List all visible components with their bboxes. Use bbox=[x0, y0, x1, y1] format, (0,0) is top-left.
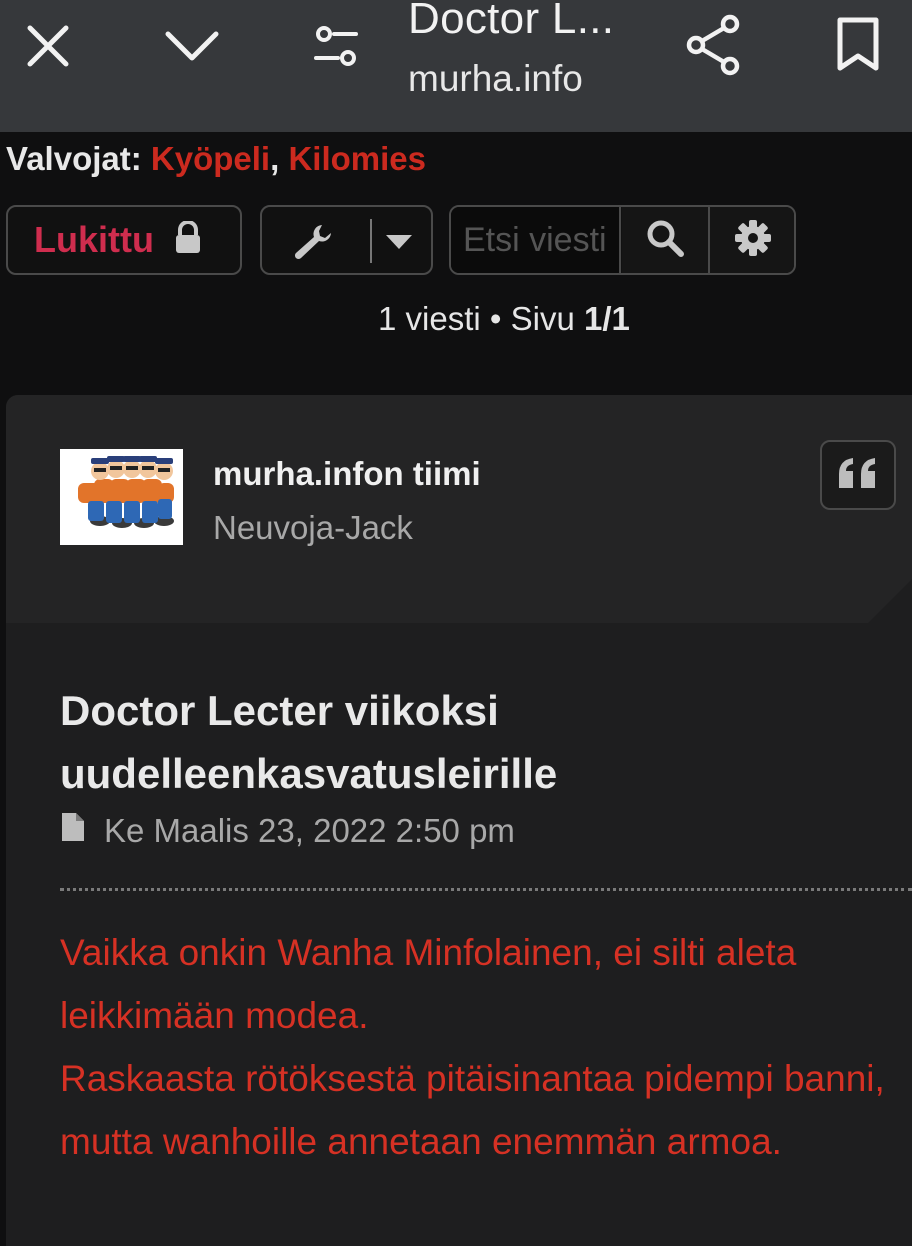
avatar[interactable] bbox=[60, 449, 183, 545]
pagination-info: 1 viesti • Sivu 1/1 bbox=[378, 300, 630, 338]
bookmark-icon[interactable] bbox=[832, 14, 884, 74]
author-rank: Neuvoja-Jack bbox=[213, 509, 413, 546]
post-meta: Ke Maalis 23, 2022 2:50 pm bbox=[60, 811, 515, 851]
gear-icon bbox=[734, 219, 772, 262]
page-number: 1/1 bbox=[583, 300, 630, 337]
chevron-down-icon[interactable] bbox=[160, 18, 224, 74]
search-input[interactable] bbox=[451, 207, 621, 273]
post-body-paragraph: Raskaasta rötöksestä pitäisinantaa pidem… bbox=[60, 1058, 885, 1162]
close-icon[interactable] bbox=[18, 18, 78, 74]
advanced-search-button[interactable] bbox=[710, 207, 794, 273]
tab-title: Doctor L... bbox=[408, 0, 615, 43]
post-title[interactable]: Doctor Lecter viikoksi uudelleenkasvatus… bbox=[60, 679, 880, 805]
quote-icon bbox=[837, 456, 879, 495]
locked-label: Lukittu bbox=[34, 219, 154, 260]
moderator-link[interactable]: Kyöpeli bbox=[151, 140, 270, 177]
quote-button[interactable] bbox=[820, 440, 896, 510]
locked-button[interactable]: Lukittu bbox=[6, 205, 242, 275]
lock-icon bbox=[174, 219, 202, 260]
search-button[interactable] bbox=[622, 207, 710, 273]
caret-down-icon[interactable] bbox=[386, 235, 412, 254]
moderator-separator: , bbox=[270, 140, 280, 177]
moderators-line: Valvojat: Kyöpeli, Kilomies bbox=[6, 140, 426, 178]
header-corner bbox=[868, 579, 912, 623]
post-body: Vaikka onkin Wanha Minfolainen, ei silti… bbox=[60, 921, 910, 1173]
author-name[interactable]: murha.infon tiimi bbox=[213, 455, 481, 493]
topic-tools-button[interactable] bbox=[260, 205, 433, 275]
moderators-label: Valvojat: bbox=[6, 140, 142, 177]
moderator-link[interactable]: Kilomies bbox=[288, 140, 426, 177]
tab-url[interactable]: murha.info bbox=[408, 58, 583, 100]
post-count: 1 viesti • Sivu bbox=[378, 300, 584, 337]
post-body-paragraph: Vaikka onkin Wanha Minfolainen, ei silti… bbox=[60, 932, 797, 1036]
tools-divider bbox=[370, 219, 372, 263]
browser-toolbar: Doctor L... murha.info bbox=[0, 0, 912, 132]
post-divider bbox=[60, 888, 912, 891]
post-card: murha.infon tiimi Neuvoja-Jack Doctor Le… bbox=[6, 395, 912, 1246]
wrench-icon bbox=[292, 221, 334, 266]
share-icon[interactable] bbox=[682, 12, 746, 78]
topic-search bbox=[449, 205, 796, 275]
page-settings-icon[interactable] bbox=[308, 18, 364, 74]
post-author-header: murha.infon tiimi Neuvoja-Jack bbox=[6, 395, 912, 623]
post-file-icon[interactable] bbox=[60, 811, 86, 851]
search-icon bbox=[645, 218, 685, 263]
post-date: Ke Maalis 23, 2022 2:50 pm bbox=[104, 812, 515, 849]
